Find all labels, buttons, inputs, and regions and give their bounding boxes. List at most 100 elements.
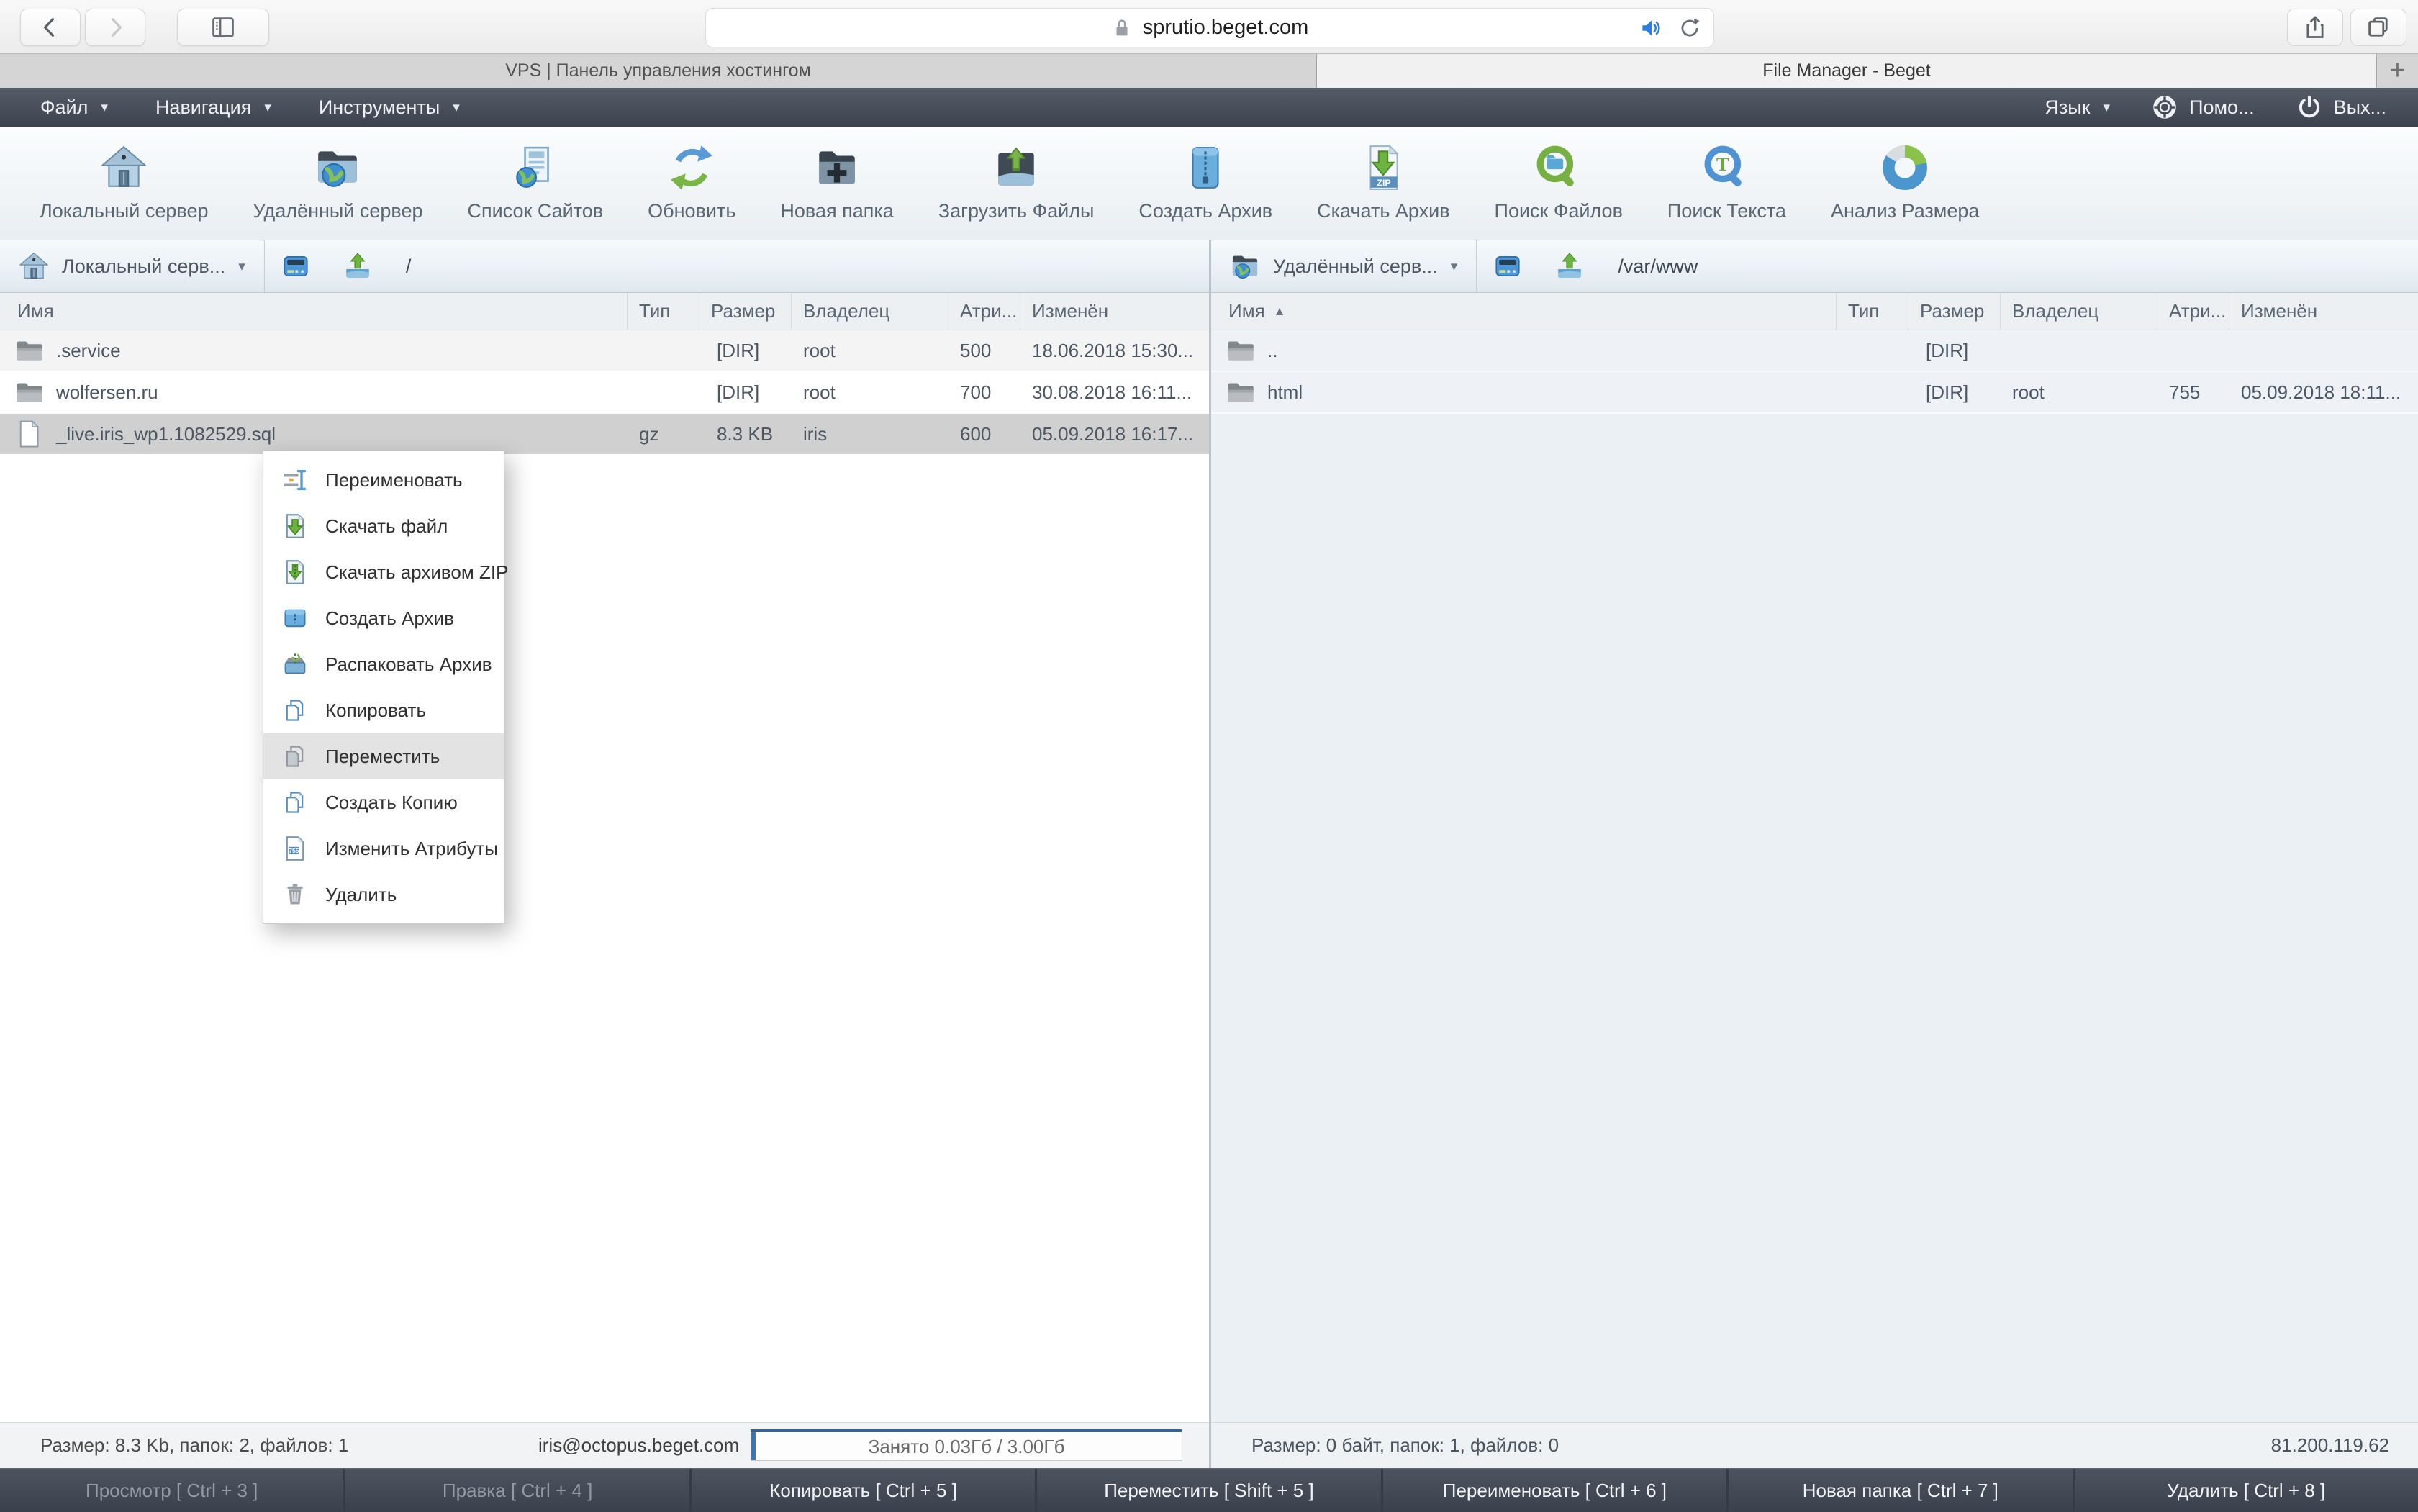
url-text: sprutio.beget.com	[1143, 16, 1309, 40]
file-row[interactable]: html[DIR]root75505.09.2018 18:11...	[1211, 372, 2418, 414]
context-menu-item-extract-archive[interactable]: Распаковать Архив	[263, 641, 504, 687]
context-menu-item-create-archive[interactable]: Создать Архив	[263, 595, 504, 641]
toolbar-label: Обновить	[648, 200, 735, 222]
cell-size: [DIR]	[699, 372, 792, 412]
menu-exit[interactable]: Вых...	[2296, 94, 2386, 120]
audio-icon[interactable]	[1639, 16, 1663, 40]
size-analysis-icon	[1881, 144, 1929, 191]
right-disk-button[interactable]	[1477, 240, 1539, 292]
menu-label: Язык	[2045, 96, 2090, 119]
context-menu-item-rename[interactable]: Переименовать	[263, 457, 504, 503]
sidebar-toggle-button[interactable]	[177, 9, 269, 46]
go-up-icon	[343, 251, 373, 281]
left-path: /	[406, 255, 412, 278]
left-status-summary: Размер: 8.3 Kb, папок: 2, файлов: 1	[40, 1434, 348, 1457]
menu-tools[interactable]: Инструменты ▾	[319, 96, 460, 119]
context-menu-item-create-copy[interactable]: Создать Копию	[263, 779, 504, 825]
cell-owner: root	[792, 372, 948, 412]
left-disk-button[interactable]	[265, 240, 327, 292]
column-header-name[interactable]: Имя	[0, 293, 628, 330]
new-tab-button[interactable]: +	[2376, 54, 2418, 88]
file-row[interactable]: .service[DIR]root50018.06.2018 15:30...	[0, 330, 1209, 372]
column-header-size[interactable]: Размер	[699, 293, 792, 330]
bottom-action-4[interactable]: Переместить [ Shift + 5 ]	[1035, 1469, 1380, 1512]
file-row[interactable]: _live.iris_wp1.1082529.sqlgz8.3 KBiris60…	[0, 414, 1209, 456]
address-bar[interactable]: sprutio.beget.com	[705, 8, 1714, 47]
menu-file[interactable]: Файл ▾	[40, 96, 108, 119]
local-server-icon	[19, 251, 49, 281]
share-button[interactable]	[2287, 9, 2343, 46]
right-pane: Удалённый серв... ▾ /var/www Имя▲ТипРазм…	[1211, 240, 2418, 1468]
toolbar-label: Поиск Файлов	[1495, 200, 1623, 222]
context-menu-item-edit-attributes[interactable]: 755Изменить Атрибуты	[263, 825, 504, 872]
back-button[interactable]	[20, 9, 81, 46]
menu-help[interactable]: Помо...	[2152, 94, 2255, 120]
right-go-up-button[interactable]	[1539, 240, 1600, 292]
local-server-icon	[100, 144, 148, 191]
toolbar-download-archive[interactable]: ZIPСкачать Архив	[1298, 144, 1469, 222]
column-header-attrs[interactable]: Атри...	[2157, 293, 2229, 330]
toolbar-local-server[interactable]: Локальный сервер	[20, 144, 227, 222]
column-header-type[interactable]: Тип	[1837, 293, 1908, 330]
context-menu-item-download-zip[interactable]: Скачать архивом ZIP	[263, 549, 504, 595]
toolbar-site-list[interactable]: Список Сайтов	[448, 144, 622, 222]
column-header-name[interactable]: Имя▲	[1211, 293, 1837, 330]
back-icon	[37, 14, 63, 40]
context-menu-item-delete[interactable]: Удалить	[263, 872, 504, 918]
folder-icon	[14, 378, 43, 407]
cell-modified: 05.09.2018 18:11...	[2229, 372, 2418, 412]
file-row[interactable]: ..[DIR]	[1211, 330, 2418, 372]
tab-vps-panel[interactable]: VPS | Панель управления хостингом	[0, 54, 1317, 88]
file-row[interactable]: wolfersen.ru[DIR]root70030.08.2018 16:11…	[0, 372, 1209, 414]
toolbar-search-text[interactable]: TПоиск Текста	[1648, 144, 1806, 222]
toolbar-label: Загрузить Файлы	[938, 200, 1095, 222]
context-menu-item-move[interactable]: Переместить	[263, 733, 504, 779]
toolbar-create-archive[interactable]: Создать Архив	[1119, 144, 1292, 222]
toolbar-label: Удалённый сервер	[253, 200, 422, 222]
context-menu-item-download-file[interactable]: Скачать файл	[263, 503, 504, 549]
column-header-attrs[interactable]: Атри...	[948, 293, 1020, 330]
column-header-modified[interactable]: Изменён	[1020, 293, 1209, 330]
tabs-overview-button[interactable]	[2350, 9, 2406, 46]
remote-server-icon	[1230, 251, 1260, 281]
tab-title: VPS | Панель управления хостингом	[505, 60, 811, 81]
toolbar-remote-server[interactable]: Удалённый сервер	[233, 144, 442, 222]
column-header-size[interactable]: Размер	[1908, 293, 2001, 330]
bottom-action-3[interactable]: Копировать [ Ctrl + 5 ]	[689, 1469, 1035, 1512]
column-header-type[interactable]: Тип	[628, 293, 699, 330]
reload-icon[interactable]	[1677, 16, 1702, 40]
column-label: Тип	[639, 300, 670, 322]
cell-modified: 05.09.2018 16:17...	[1020, 414, 1209, 454]
left-go-up-button[interactable]	[327, 240, 389, 292]
menu-label: Инструменты	[319, 96, 440, 119]
toolbar-refresh[interactable]: Обновить	[628, 144, 755, 222]
toolbar-upload-files[interactable]: Загрузить Файлы	[919, 144, 1114, 222]
account-label: iris@octopus.beget.com	[538, 1434, 739, 1457]
file-name: html	[1267, 381, 1303, 404]
cell-name: .service	[0, 330, 628, 371]
column-header-modified[interactable]: Изменён	[2229, 293, 2418, 330]
left-server-select[interactable]: Локальный серв... ▾	[0, 240, 264, 292]
chevron-down-icon: ▾	[238, 260, 245, 273]
bottom-action-1: Просмотр [ Ctrl + 3 ]	[0, 1469, 343, 1512]
right-server-select[interactable]: Удалённый серв... ▾	[1211, 240, 1476, 292]
toolbar-new-folder[interactable]: Новая папка	[761, 144, 913, 222]
toolbar-search-files[interactable]: Поиск Файлов	[1475, 144, 1642, 222]
download-archive-icon: ZIP	[1359, 144, 1407, 191]
column-header-owner[interactable]: Владелец	[792, 293, 948, 330]
bottom-action-6[interactable]: Новая папка [ Ctrl + 7 ]	[1726, 1469, 2072, 1512]
tab-file-manager[interactable]: File Manager - Beget	[1317, 54, 2376, 88]
menu-navigation[interactable]: Навигация ▾	[155, 96, 271, 119]
left-table-header: Имя Тип РазмерВладелецАтри...Изменён	[0, 293, 1209, 330]
edit-attributes-icon: 755	[282, 836, 308, 861]
copy-icon	[282, 697, 308, 723]
context-menu-item-copy[interactable]: Копировать	[263, 687, 504, 733]
download-zip-icon	[282, 559, 308, 585]
context-menu-label: Создать Архив	[325, 607, 454, 630]
column-header-owner[interactable]: Владелец	[2001, 293, 2157, 330]
bottom-action-5[interactable]: Переименовать [ Ctrl + 6 ]	[1381, 1469, 1726, 1512]
menu-language[interactable]: Язык ▾	[2045, 96, 2110, 119]
bottom-action-7[interactable]: Удалить [ Ctrl + 8 ]	[2073, 1469, 2418, 1512]
cell-attrs: 700	[948, 372, 1020, 412]
toolbar-size-analysis[interactable]: Анализ Размера	[1811, 144, 1998, 222]
